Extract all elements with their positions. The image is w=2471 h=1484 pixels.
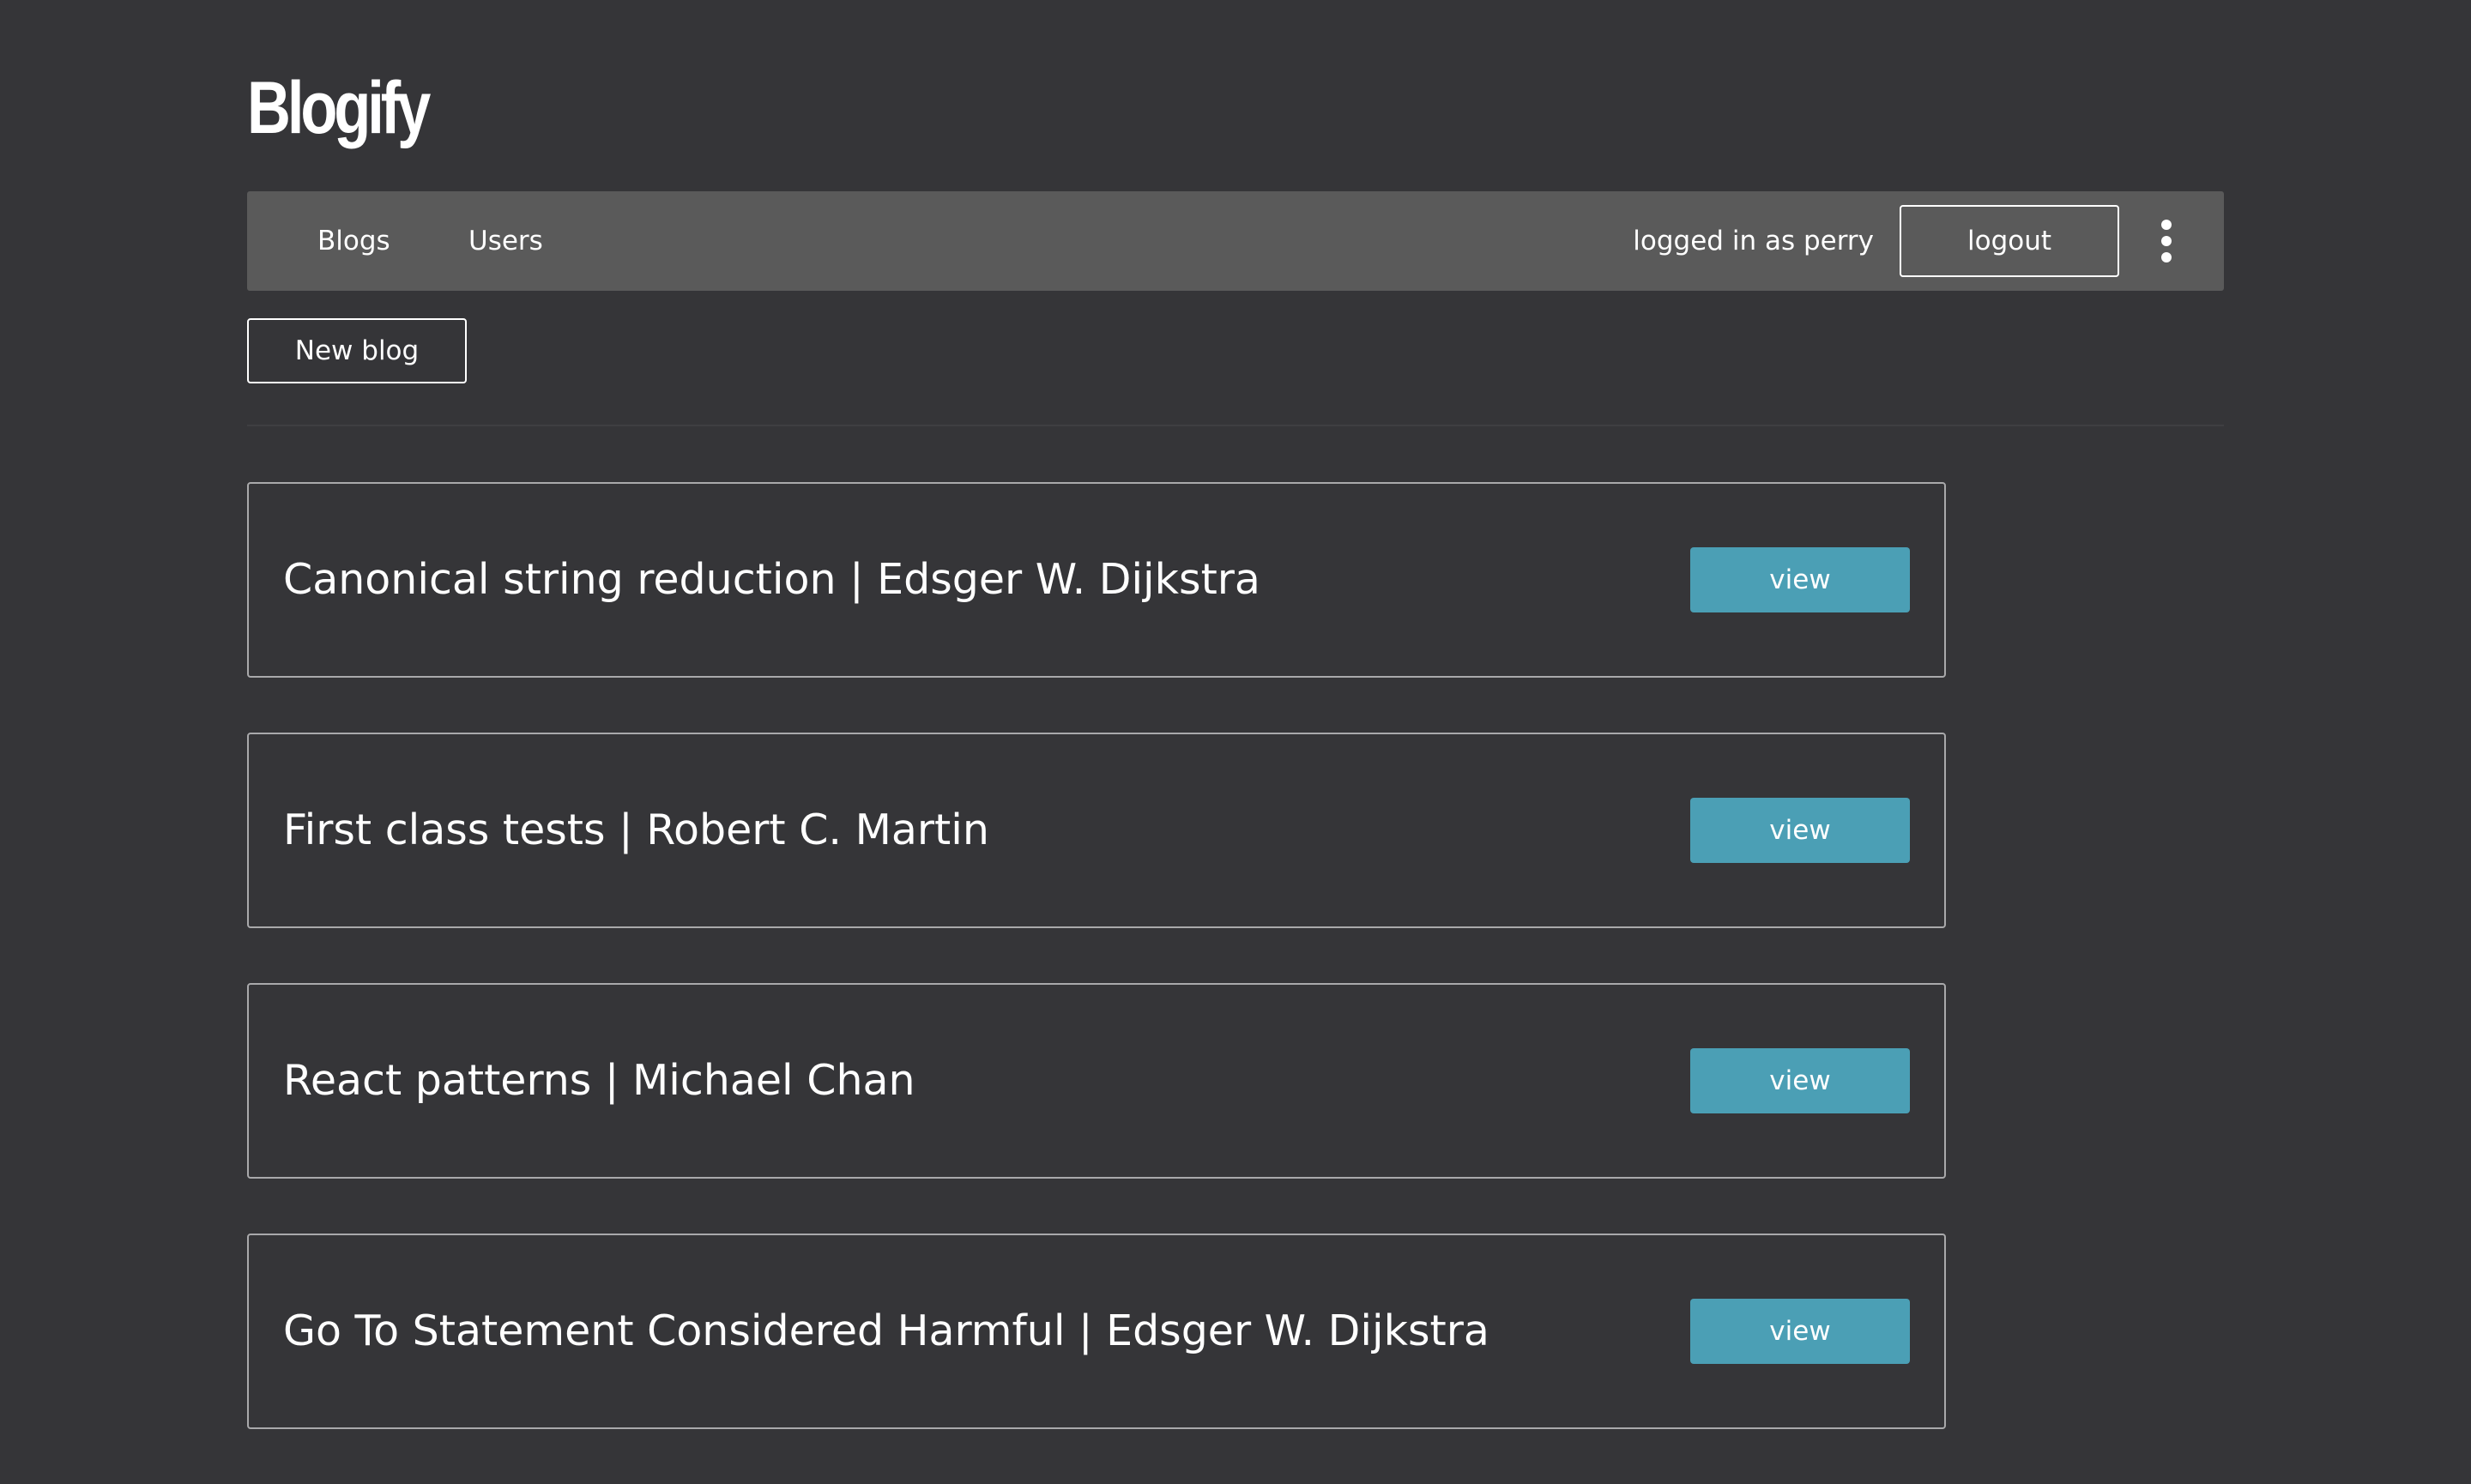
logout-button[interactable]: logout: [1900, 205, 2119, 277]
blog-list: Canonical string reduction | Edsger W. D…: [247, 482, 1946, 1484]
kebab-dot: [2161, 252, 2172, 262]
divider: [247, 425, 2224, 426]
blog-card: React patterns | Michael Chan view: [247, 983, 1946, 1179]
view-button[interactable]: view: [1690, 547, 1910, 612]
view-button[interactable]: view: [1690, 798, 1910, 863]
nav-link-users[interactable]: Users: [468, 191, 543, 291]
blog-card: First class tests | Robert C. Martin vie…: [247, 733, 1946, 928]
blog-card: Canonical string reduction | Edsger W. D…: [247, 482, 1946, 678]
blog-title: First class tests | Robert C. Martin: [283, 805, 989, 854]
blog-title: React patterns | Michael Chan: [283, 1056, 915, 1105]
kebab-dot: [2161, 236, 2172, 246]
nav-link-blogs[interactable]: Blogs: [317, 191, 390, 291]
app-title: Blogify: [247, 67, 431, 149]
navbar: Blogs Users logged in as perry logout: [247, 191, 2224, 291]
kebab-dot: [2161, 220, 2172, 230]
blog-card: Go To Statement Considered Harmful | Eds…: [247, 1234, 1946, 1429]
view-button[interactable]: view: [1690, 1048, 1910, 1113]
view-button[interactable]: view: [1690, 1299, 1910, 1364]
blog-title: Go To Statement Considered Harmful | Eds…: [283, 1306, 1489, 1355]
kebab-menu-icon[interactable]: [2158, 220, 2175, 262]
new-blog-button[interactable]: New blog: [247, 318, 467, 383]
login-status: logged in as perry: [1633, 226, 1874, 256]
blog-title: Canonical string reduction | Edsger W. D…: [283, 555, 1260, 604]
